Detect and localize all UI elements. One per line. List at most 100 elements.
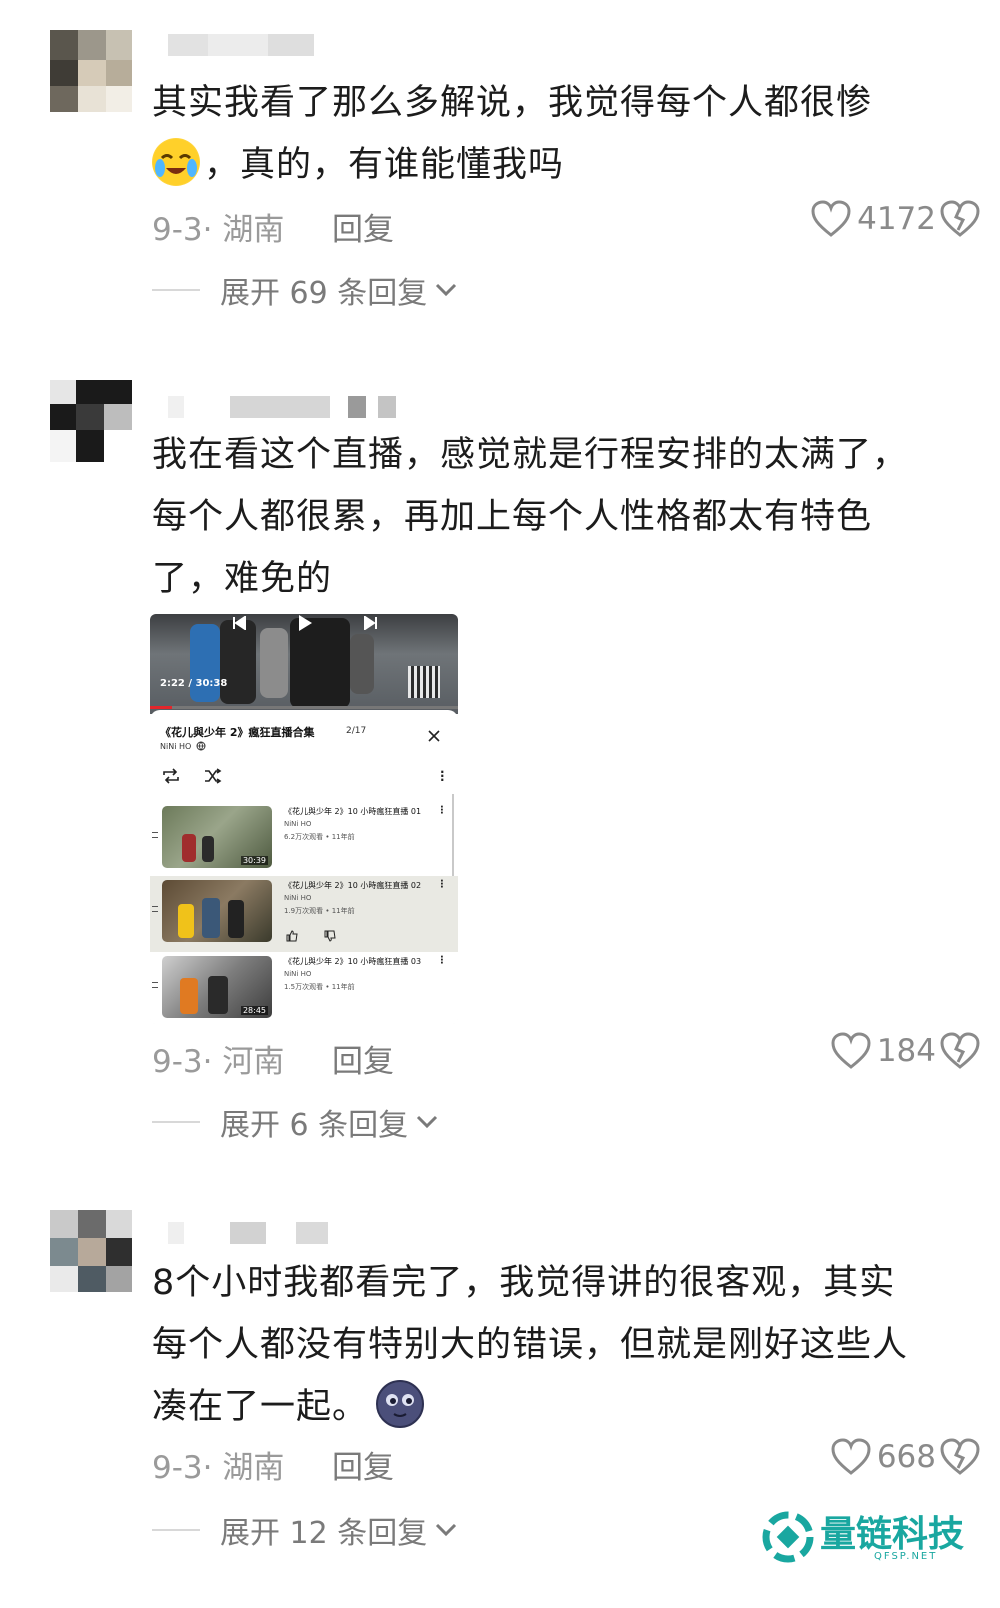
broken-heart-icon <box>940 1438 980 1475</box>
attached-screenshot[interactable]: 2:22 / 30:38 《花儿與少年 2》瘋狂直播合集 2/17 NiNi H… <box>150 614 458 1024</box>
video-duration: 30:39 <box>240 856 268 865</box>
drag-handle[interactable] <box>152 906 158 912</box>
comment-meta: 9-3· 湖南 回复 668 <box>152 1438 980 1486</box>
comment-meta: 9-3· 湖南 回复 4172 <box>152 200 980 248</box>
video-title: 《花儿與少年 2》10 小時瘋狂直播 03 <box>284 957 422 966</box>
video-channel: NiNi HO <box>284 894 312 902</box>
expand-replies-label: 展开 12 条回复 <box>220 1516 428 1551</box>
comment-line: ，真的，有谁能懂我吗 <box>204 145 565 185</box>
more-options-icon[interactable]: · · · <box>440 803 444 819</box>
broken-heart-icon <box>940 200 980 237</box>
video-meta: 6.2万次观看 • 11年前 <box>284 833 355 841</box>
video-duration: 28:45 <box>240 1006 268 1015</box>
comment-line: 每个人都没有特别大的错误，但就是刚好这些人 <box>152 1325 909 1365</box>
date-location: 9-3· 湖南 <box>152 212 285 248</box>
playlist-panel: 《花儿與少年 2》瘋狂直播合集 2/17 NiNi HO · · · 30:39 《… <box>150 710 458 1024</box>
comment-text: 其实我看了那么多解说，我觉得每个人都很惨 ，真的，有谁能懂我吗 <box>152 72 952 196</box>
comment-line: 了，难免的 <box>152 559 333 599</box>
thumbs-down-icon[interactable] <box>324 930 336 942</box>
username-blurred[interactable] <box>168 396 408 418</box>
drag-handle[interactable] <box>152 982 158 988</box>
video-meta: 1.5万次观看 • 11年前 <box>284 983 355 991</box>
divider <box>152 1121 200 1123</box>
video-time: 2:22 / 30:38 <box>160 678 228 689</box>
reply-button[interactable]: 回复 <box>332 1442 394 1487</box>
username-blurred[interactable] <box>168 1222 368 1244</box>
comment-line: 每个人都很累，再加上每个人性格都太有特色 <box>152 497 873 537</box>
date-location: 9-3· 河南 <box>152 1044 285 1080</box>
avatar[interactable] <box>50 380 132 462</box>
progress-bar[interactable] <box>150 706 458 709</box>
more-options-icon[interactable]: · · · <box>440 953 444 969</box>
divider <box>152 289 200 291</box>
watermark-name: 量链科技 <box>820 1513 965 1555</box>
comment-line: 8个小时我都看完了，我觉得讲的很客观，其实 <box>152 1263 896 1303</box>
comment-line: 其实我看了那么多解说，我觉得每个人都很惨 <box>152 83 873 123</box>
dislike-button[interactable] <box>940 200 980 246</box>
like-button[interactable]: 4172 <box>811 200 936 238</box>
expand-replies-button[interactable]: 展开 12 条回复 <box>152 1510 457 1551</box>
thumbs-up-icon[interactable] <box>286 930 298 942</box>
like-count: 184 <box>876 1033 936 1069</box>
video-player: 2:22 / 30:38 <box>150 614 458 714</box>
watermark-logo: 量链科技 QFSP.NET <box>762 1505 982 1565</box>
comment-text: 8个小时我都看完了，我觉得讲的很客观，其实 每个人都没有特别大的错误，但就是刚好… <box>152 1252 952 1438</box>
video-channel: NiNi HO <box>284 820 312 828</box>
like-count: 4172 <box>857 201 936 237</box>
heart-icon <box>831 1032 871 1069</box>
heart-icon <box>831 1438 871 1475</box>
reply-button[interactable]: 回复 <box>332 1036 394 1081</box>
play-icon[interactable] <box>296 614 314 632</box>
repeat-icon[interactable] <box>162 768 180 784</box>
expand-replies-button[interactable]: 展开 69 条回复 <box>152 270 457 311</box>
playlist-position: 2/17 <box>346 726 367 736</box>
playlist-item[interactable]: 30:39 《花儿與少年 2》10 小時瘋狂直播 01 NiNi HO 6.2万… <box>150 802 458 876</box>
reply-button[interactable]: 回复 <box>332 204 394 249</box>
video-thumbnail: 28:45 <box>162 956 272 1018</box>
heart-icon <box>811 200 851 237</box>
expand-replies-label: 展开 6 条回复 <box>220 1108 409 1143</box>
dislike-button[interactable] <box>940 1032 980 1078</box>
avatar[interactable] <box>50 30 132 112</box>
comment-meta: 9-3· 河南 回复 184 <box>152 1032 980 1080</box>
more-options-icon[interactable]: · · · <box>440 877 444 893</box>
chevron-down-icon <box>436 1523 457 1537</box>
avatar[interactable] <box>50 1210 132 1292</box>
next-icon[interactable] <box>364 616 378 630</box>
divider <box>152 1529 200 1531</box>
comment-line: 凑在了一起。 <box>152 1387 369 1427</box>
chevron-down-icon <box>417 1115 438 1129</box>
video-meta: 1.9万次观看 • 11年前 <box>284 907 355 915</box>
crying-laughing-emoji <box>152 138 200 186</box>
playlist-title: 《花儿與少年 2》瘋狂直播合集 <box>160 726 315 739</box>
video-thumbnail: 30:39 <box>162 806 272 868</box>
like-button[interactable]: 184 <box>831 1032 936 1070</box>
expand-replies-button[interactable]: 展开 6 条回复 <box>152 1102 438 1143</box>
comment-text: 我在看这个直播，感觉就是行程安排的太满了， 每个人都很累，再加上每个人性格都太有… <box>152 424 952 610</box>
video-channel: NiNi HO <box>284 970 312 978</box>
shuffle-icon[interactable] <box>204 768 222 784</box>
previous-icon[interactable] <box>232 616 246 630</box>
username-blurred[interactable] <box>168 34 328 56</box>
chain-logo-icon <box>762 1511 814 1563</box>
drag-handle[interactable] <box>152 832 158 838</box>
progress-fill <box>150 706 172 709</box>
comment-line: 我在看这个直播，感觉就是行程安排的太满了， <box>152 435 909 475</box>
video-title: 《花儿與少年 2》10 小時瘋狂直播 01 <box>284 807 422 816</box>
dislike-button[interactable] <box>940 1438 980 1484</box>
watermark-domain: QFSP.NET <box>874 1551 938 1562</box>
expand-replies-label: 展开 69 条回复 <box>220 276 428 311</box>
playlist-item-active[interactable]: 《花儿與少年 2》10 小時瘋狂直播 02 NiNi HO 1.9万次观看 • … <box>150 876 458 952</box>
playlist-item[interactable]: 28:45 《花儿與少年 2》10 小時瘋狂直播 03 NiNi HO 1.5万… <box>150 952 458 1024</box>
video-thumbnail <box>162 880 272 942</box>
close-icon[interactable] <box>428 730 440 742</box>
date-location: 9-3· 湖南 <box>152 1450 285 1486</box>
like-button[interactable]: 668 <box>831 1438 936 1476</box>
broken-heart-icon <box>940 1032 980 1069</box>
video-title: 《花儿與少年 2》10 小時瘋狂直播 02 <box>284 881 422 890</box>
more-options-icon[interactable]: · · · <box>440 766 445 786</box>
globe-icon <box>196 741 206 751</box>
like-count: 668 <box>876 1439 936 1475</box>
moon-face-emoji <box>376 1380 425 1428</box>
qr-code <box>408 666 440 698</box>
